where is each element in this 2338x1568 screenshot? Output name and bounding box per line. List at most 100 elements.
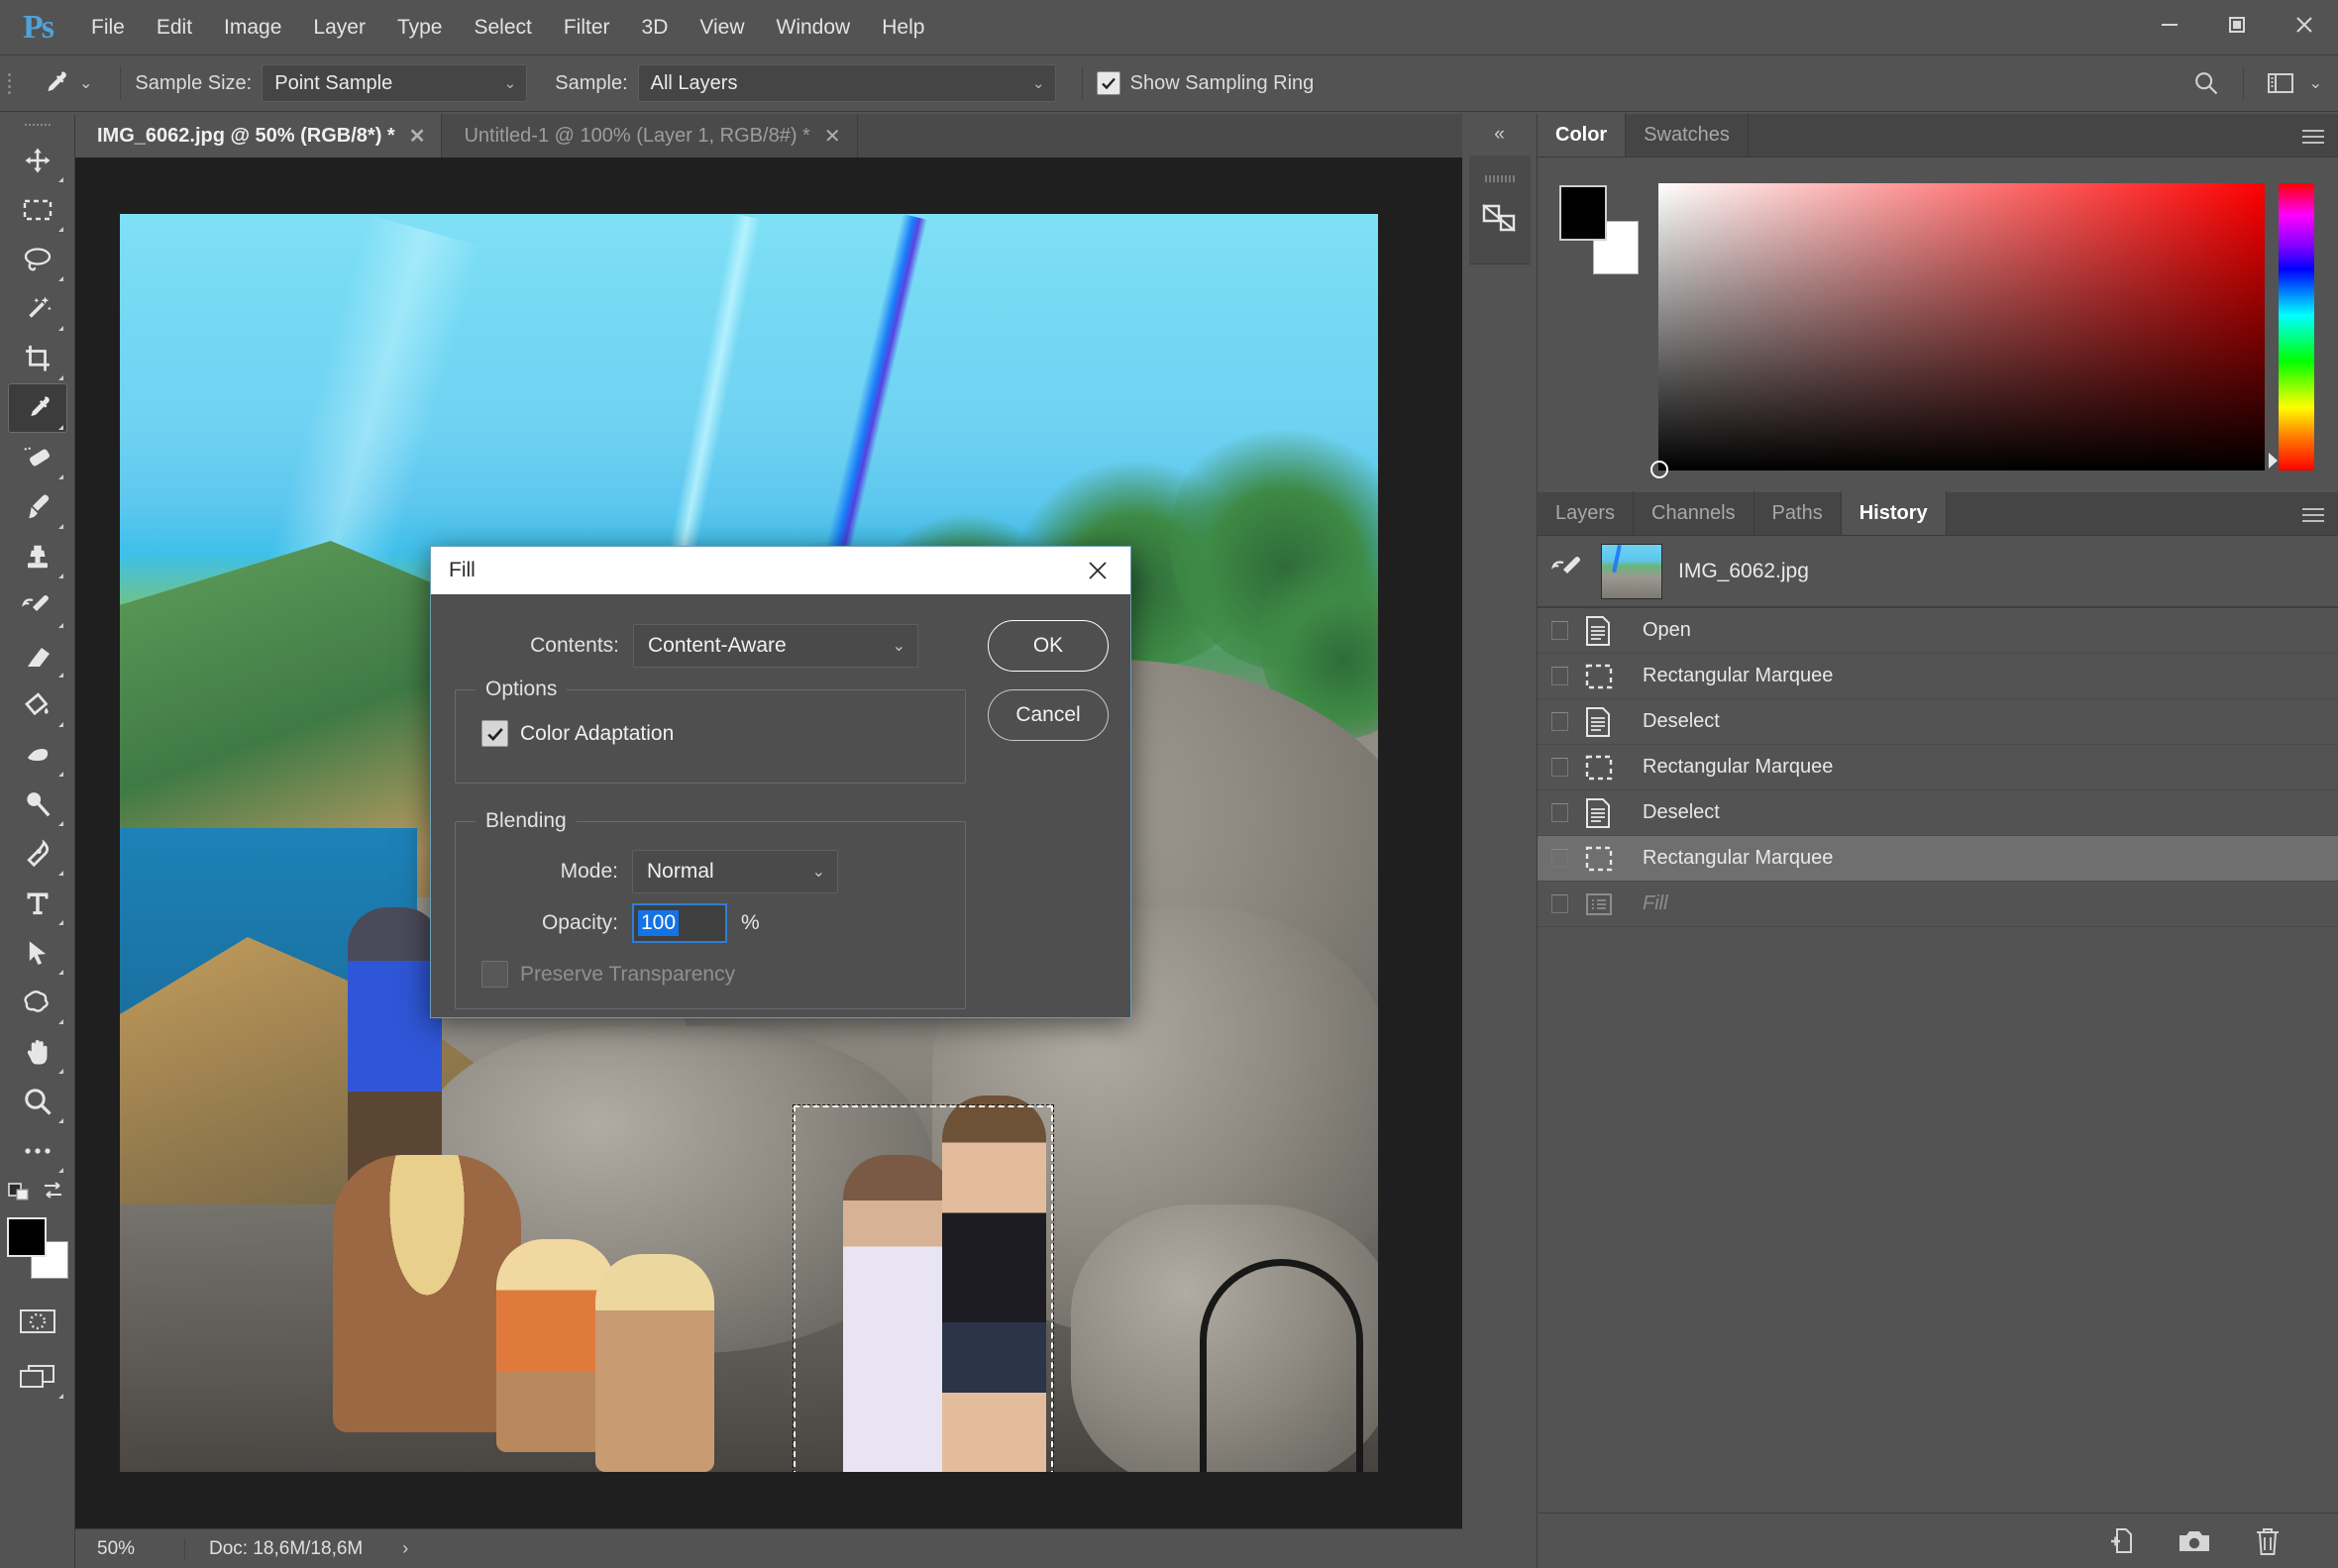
- close-icon[interactable]: ✕: [409, 124, 426, 149]
- history-brush-icon[interactable]: [1550, 554, 1585, 588]
- foreground-background-color-swatch[interactable]: [5, 1215, 70, 1281]
- foreground-color-swatch[interactable]: [6, 1217, 47, 1257]
- history-state-rectangular-marquee[interactable]: Rectangular Marquee: [1538, 654, 2338, 699]
- lasso-tool[interactable]: [8, 235, 67, 284]
- panel-menu-icon[interactable]: [2302, 126, 2324, 148]
- fill-dialog[interactable]: Fill Contents: Content-Aware ⌄ OK Cancel…: [430, 546, 1131, 1018]
- history-state-fill[interactable]: Fill: [1538, 882, 2338, 927]
- eyedropper-tool[interactable]: [7, 383, 67, 433]
- document-tab-img6062[interactable]: IMG_6062.jpg @ 50% (RGB/8*) * ✕: [75, 114, 443, 157]
- tab-paths[interactable]: Paths: [1754, 491, 1842, 535]
- chevron-down-icon[interactable]: ⌄: [2309, 73, 2322, 93]
- menu-item-help[interactable]: Help: [866, 0, 940, 54]
- adjustments-panel-button[interactable]: [1468, 156, 1531, 264]
- history-state-toggle[interactable]: [1551, 712, 1585, 731]
- paint-bucket-tool[interactable]: [8, 680, 67, 730]
- sample-size-select[interactable]: Point Sample ⌄: [262, 64, 528, 102]
- crop-tool[interactable]: [8, 334, 67, 383]
- history-state-deselect[interactable]: Deselect: [1538, 790, 2338, 836]
- edit-toolbar-button[interactable]: [8, 1126, 67, 1176]
- history-state-toggle[interactable]: [1551, 758, 1585, 777]
- rectangular-marquee-tool[interactable]: [8, 185, 67, 235]
- fill-ok-button[interactable]: OK: [988, 620, 1109, 672]
- default-colors-icon[interactable]: [8, 1179, 34, 1207]
- tab-swatches[interactable]: Swatches: [1626, 113, 1749, 157]
- spot-healing-brush-tool[interactable]: [8, 433, 67, 482]
- zoom-tool[interactable]: [8, 1077, 67, 1126]
- collapse-panels-button[interactable]: «: [1462, 114, 1537, 156]
- toolbar-grip[interactable]: [0, 114, 74, 136]
- history-state-deselect[interactable]: Deselect: [1538, 699, 2338, 745]
- fill-mode-select[interactable]: Normal ⌄: [632, 850, 838, 893]
- zoom-level-field[interactable]: 50%: [75, 1538, 184, 1560]
- menu-item-3d[interactable]: 3D: [626, 0, 685, 54]
- color-panel-swatches[interactable]: [1559, 185, 1648, 274]
- eraser-tool[interactable]: [8, 631, 67, 680]
- hue-slider-handle[interactable]: [2269, 453, 2278, 469]
- chevron-right-icon[interactable]: ›: [402, 1538, 408, 1559]
- workspace-icon[interactable]: [2256, 60, 2305, 106]
- menu-item-window[interactable]: Window: [761, 0, 867, 54]
- fill-cancel-button[interactable]: Cancel: [988, 689, 1109, 741]
- move-tool[interactable]: [8, 136, 67, 185]
- history-state-toggle[interactable]: [1551, 803, 1585, 822]
- sample-select[interactable]: All Layers ⌄: [637, 64, 1056, 102]
- history-state-toggle[interactable]: [1551, 621, 1585, 640]
- custom-shape-tool[interactable]: [8, 978, 67, 1027]
- hand-tool[interactable]: [8, 1027, 67, 1077]
- swap-colors-icon[interactable]: [41, 1179, 66, 1207]
- color-adaptation-checkbox[interactable]: Color Adaptation: [481, 720, 674, 747]
- delete-state-button[interactable]: [2251, 1524, 2285, 1558]
- dodge-tool[interactable]: [8, 780, 67, 829]
- fill-contents-select[interactable]: Content-Aware ⌄: [633, 624, 918, 668]
- hue-slider[interactable]: [2269, 183, 2314, 470]
- magic-wand-icon-tool[interactable]: [8, 284, 67, 334]
- menu-item-view[interactable]: View: [684, 0, 760, 54]
- history-state-open[interactable]: Open: [1538, 608, 2338, 654]
- menu-item-image[interactable]: Image: [208, 0, 297, 54]
- document-tab-untitled1[interactable]: Untitled-1 @ 100% (Layer 1, RGB/8#) * ✕: [442, 114, 858, 157]
- tab-channels[interactable]: Channels: [1634, 491, 1754, 535]
- history-state-rectangular-marquee-selected[interactable]: Rectangular Marquee: [1538, 836, 2338, 882]
- quick-mask-button[interactable]: [8, 1297, 67, 1346]
- history-state-toggle[interactable]: [1551, 667, 1585, 685]
- maximize-button[interactable]: [2203, 0, 2271, 50]
- menu-item-layer[interactable]: Layer: [297, 0, 381, 54]
- history-state-rectangular-marquee[interactable]: Rectangular Marquee: [1538, 745, 2338, 790]
- brush-tool[interactable]: [8, 482, 67, 532]
- menu-item-edit[interactable]: Edit: [141, 0, 208, 54]
- type-tool[interactable]: [8, 879, 67, 928]
- close-icon[interactable]: ✕: [824, 124, 841, 149]
- options-bar-grip[interactable]: [0, 54, 18, 112]
- history-state-toggle[interactable]: [1551, 894, 1585, 913]
- menu-item-file[interactable]: File: [75, 0, 141, 54]
- create-document-from-state-button[interactable]: [2104, 1524, 2138, 1558]
- close-button[interactable]: [2271, 0, 2338, 50]
- show-sampling-ring-checkbox[interactable]: Show Sampling Ring: [1096, 71, 1325, 95]
- color-field[interactable]: [1650, 183, 2265, 478]
- color-picker-handle[interactable]: [1650, 461, 1668, 478]
- foreground-color-swatch[interactable]: [1559, 185, 1607, 241]
- search-icon[interactable]: [2181, 60, 2231, 106]
- pen-tool[interactable]: [8, 829, 67, 879]
- tab-layers[interactable]: Layers: [1538, 491, 1635, 535]
- menu-item-select[interactable]: Select: [458, 0, 547, 54]
- fill-opacity-input[interactable]: 100: [632, 903, 727, 943]
- history-source-state[interactable]: IMG_6062.jpg: [1538, 536, 2338, 607]
- minimize-button[interactable]: [2136, 0, 2203, 50]
- clone-stamp-tool[interactable]: [8, 532, 67, 581]
- blur-tool[interactable]: [8, 730, 67, 780]
- menu-item-type[interactable]: Type: [381, 0, 459, 54]
- tool-preset-picker[interactable]: ⌄: [18, 66, 106, 100]
- close-icon[interactable]: [1081, 554, 1115, 587]
- screen-mode-button[interactable]: [8, 1352, 67, 1402]
- tab-color[interactable]: Color: [1538, 113, 1627, 157]
- menu-item-filter[interactable]: Filter: [548, 0, 626, 54]
- history-brush-tool[interactable]: [8, 581, 67, 631]
- create-new-snapshot-button[interactable]: [2178, 1524, 2211, 1558]
- tab-history[interactable]: History: [1841, 491, 1947, 535]
- history-state-toggle[interactable]: [1551, 849, 1585, 868]
- path-selection-tool[interactable]: [8, 928, 67, 978]
- panel-menu-icon[interactable]: [2302, 504, 2324, 526]
- document-info[interactable]: Doc: 18,6M/18,6M ›: [184, 1537, 432, 1560]
